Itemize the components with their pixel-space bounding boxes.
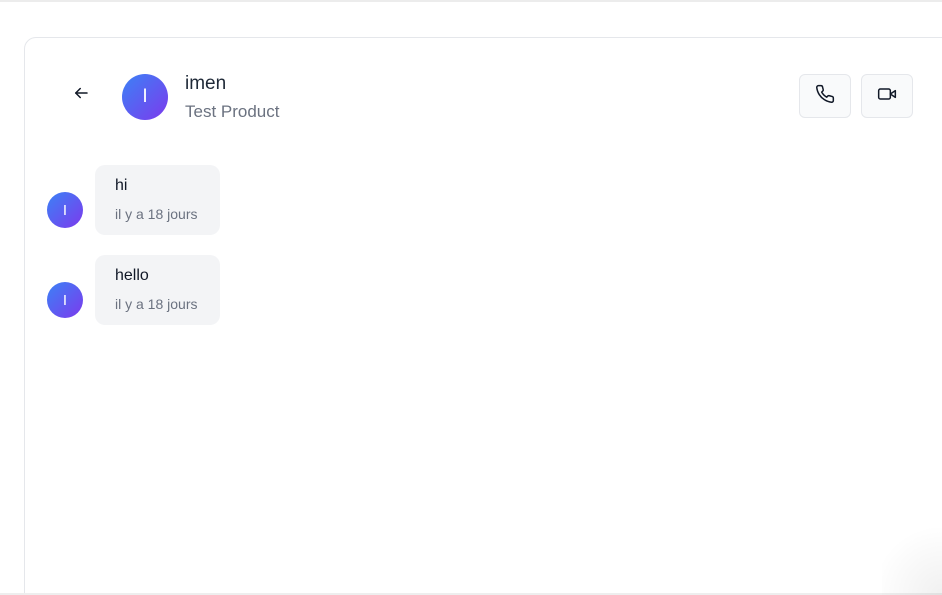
conversation-card: I imen Test Product I hi il y a 18 jours… [24, 37, 942, 595]
back-button[interactable] [67, 81, 95, 109]
message-bubble: hi il y a 18 jours [95, 165, 220, 235]
video-camera-icon [877, 84, 897, 109]
message-bubble: hello il y a 18 jours [95, 255, 220, 325]
call-button[interactable] [799, 74, 851, 118]
contact-avatar: I [122, 74, 168, 120]
phone-icon [815, 84, 835, 109]
contact-name: imen [185, 73, 227, 94]
message-text: hello [115, 267, 149, 284]
top-divider [0, 0, 942, 2]
sender-avatar: I [47, 282, 83, 318]
message-timestamp: il y a 18 jours [115, 296, 198, 312]
arrow-left-icon [72, 84, 90, 107]
chat-page: I imen Test Product I hi il y a 18 jours… [0, 0, 942, 595]
video-call-button[interactable] [861, 74, 913, 118]
message-text: hi [115, 177, 128, 194]
sender-avatar: I [47, 192, 83, 228]
product-name: Test Product [185, 102, 280, 121]
message-timestamp: il y a 18 jours [115, 206, 198, 222]
